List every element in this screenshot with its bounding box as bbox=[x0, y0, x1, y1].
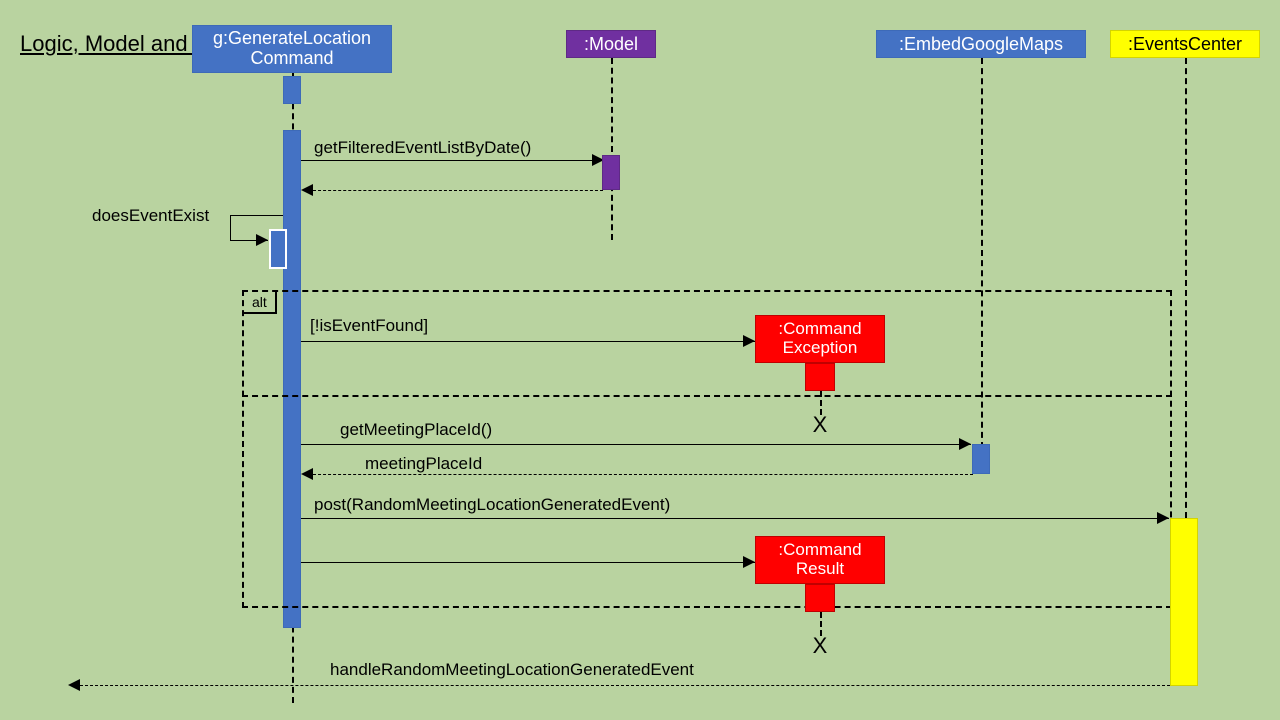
arrow-meetingplaceid bbox=[313, 474, 973, 475]
activation-cmdresult bbox=[805, 584, 835, 612]
arrowhead-getmeetingplace bbox=[959, 438, 971, 450]
arrow-return-model bbox=[313, 190, 603, 191]
msg-doeseventexist: doesEventExist bbox=[92, 206, 209, 226]
participant-events: :EventsCenter bbox=[1110, 30, 1260, 58]
participant-events-label: :EventsCenter bbox=[1128, 34, 1242, 55]
arrowhead-post bbox=[1157, 512, 1169, 524]
msg-post: post(RandomMeetingLocationGeneratedEvent… bbox=[314, 495, 670, 515]
command-result-label: :Command Result bbox=[764, 541, 876, 578]
participant-embed: :EmbedGoogleMaps bbox=[876, 30, 1086, 58]
activation-generate-top bbox=[283, 76, 301, 104]
lifeline-model bbox=[611, 58, 613, 240]
alt-divider bbox=[242, 395, 1172, 397]
command-exception: :Command Exception bbox=[755, 315, 885, 363]
activation-embed bbox=[972, 444, 990, 474]
msg-getfiltered: getFilteredEventListByDate() bbox=[314, 138, 531, 158]
msg-handle: handleRandomMeetingLocationGeneratedEven… bbox=[330, 660, 694, 680]
arrow-handle bbox=[80, 685, 1170, 686]
participant-generate: g:GenerateLocation Command bbox=[192, 25, 392, 73]
activation-cmdexception bbox=[805, 363, 835, 391]
participant-model: :Model bbox=[566, 30, 656, 58]
arrowhead-cmdresult bbox=[743, 556, 755, 568]
msg-meetingplaceid: meetingPlaceId bbox=[365, 454, 482, 474]
msg-getmeetingplace: getMeetingPlaceId() bbox=[340, 420, 492, 440]
alt-label: alt bbox=[244, 292, 277, 314]
activation-model bbox=[602, 155, 620, 190]
participant-embed-label: :EmbedGoogleMaps bbox=[899, 34, 1063, 55]
arrow-iseventfound bbox=[301, 341, 755, 342]
arrow-getfiltered bbox=[301, 160, 604, 161]
arrowhead-return-model bbox=[301, 184, 313, 196]
x-cmdexception: X bbox=[813, 412, 828, 438]
arrowhead-handle bbox=[68, 679, 80, 691]
arrow-post bbox=[301, 518, 1169, 519]
command-exception-label: :Command Exception bbox=[764, 320, 876, 357]
participant-model-label: :Model bbox=[584, 34, 638, 55]
command-result: :Command Result bbox=[755, 536, 885, 584]
alt-frame bbox=[242, 290, 1172, 608]
msg-iseventfound: [!isEventFound] bbox=[310, 316, 428, 336]
lifeline-events bbox=[1185, 58, 1187, 518]
activation-doeseventexist bbox=[269, 229, 287, 269]
arrowhead-meetingplaceid bbox=[301, 468, 313, 480]
arrow-getmeetingplace bbox=[301, 444, 971, 445]
arrowhead-iseventfound bbox=[743, 335, 755, 347]
participant-generate-label: g:GenerateLocation Command bbox=[201, 29, 383, 69]
arrow-cmdresult bbox=[301, 562, 755, 563]
x-cmdresult: X bbox=[813, 633, 828, 659]
activation-events bbox=[1170, 518, 1198, 686]
